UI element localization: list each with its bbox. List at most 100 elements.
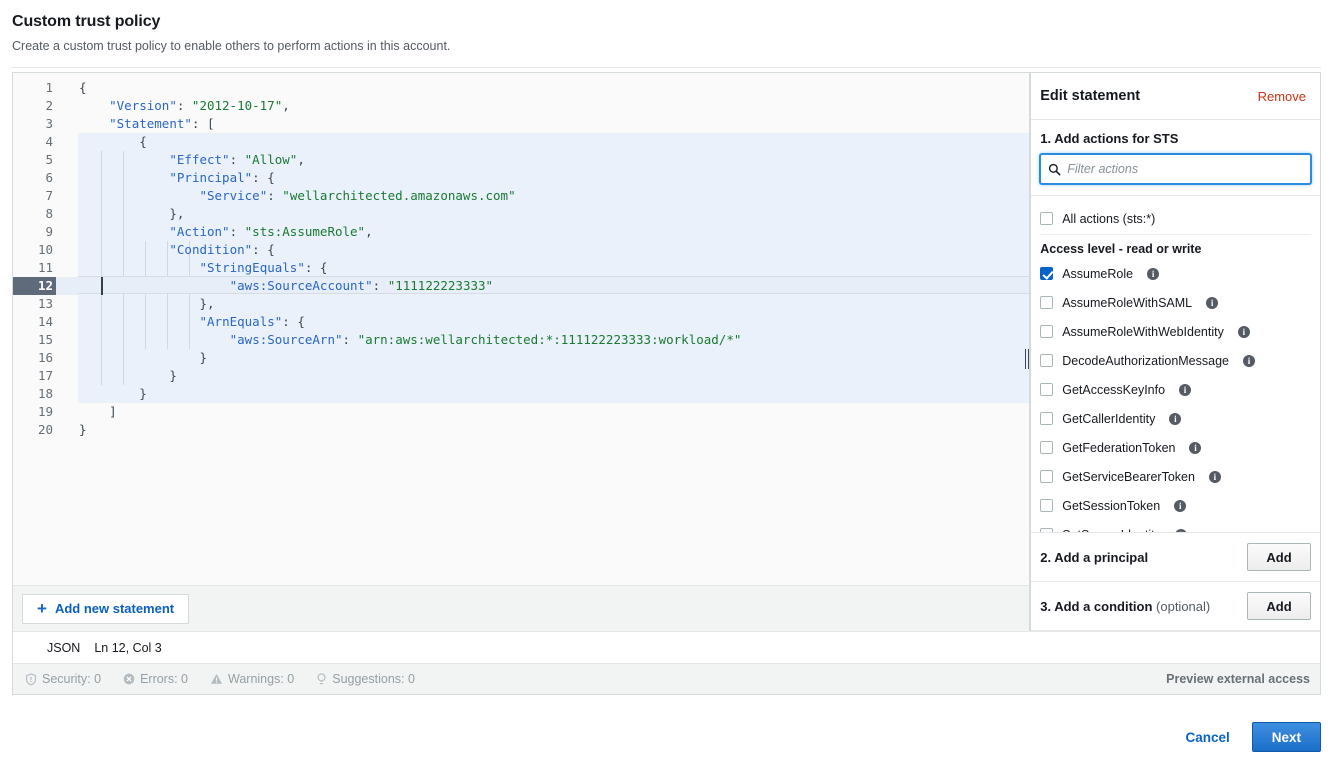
errors-meter: Errors: 0 (123, 672, 188, 686)
gutter-spacer (56, 79, 78, 97)
code-line[interactable]: 20} (13, 421, 1029, 439)
code-scroll-region[interactable]: 1▾{2 "Version": "2012-10-17",3▾ "Stateme… (13, 73, 1029, 585)
code-line[interactable]: 8 }, (13, 205, 1029, 223)
code-line[interactable]: 1▾{ (13, 79, 1029, 97)
remove-statement-link[interactable]: Remove (1258, 89, 1306, 104)
info-icon[interactable]: i (1238, 326, 1250, 338)
action-label: GetCallerIdentity (1062, 412, 1155, 426)
info-icon[interactable]: i (1179, 384, 1191, 396)
code-line[interactable]: 10▾ "Condition": { (13, 241, 1029, 259)
info-icon[interactable]: i (1174, 500, 1186, 512)
action-checkbox[interactable] (1040, 412, 1053, 425)
action-checkbox[interactable] (1040, 296, 1053, 309)
json-code-pane[interactable]: 1▾{2 "Version": "2012-10-17",3▾ "Stateme… (13, 73, 1030, 631)
action-row[interactable]: GetServiceBearerToken i (1040, 462, 1311, 491)
line-number: 14▾ (13, 313, 56, 331)
warning-icon (210, 673, 223, 685)
line-number: 4▾ (13, 133, 56, 151)
info-icon[interactable]: i (1209, 471, 1221, 483)
action-checkbox[interactable] (1040, 383, 1053, 396)
code-line-text: "Statement": [ (78, 115, 1029, 133)
line-number: 7 (13, 187, 56, 205)
step-1-section: 1. Add actions for STS (1031, 120, 1320, 146)
action-row[interactable]: GetAccessKeyInfoi (1040, 375, 1311, 404)
action-row[interactable]: AssumeRoleWithWebIdentityi (1040, 317, 1311, 346)
actions-list[interactable]: All actions (sts:*) Access level - read … (1031, 196, 1320, 533)
code-line[interactable]: 12 "aws:SourceAccount": "111122223333" (13, 277, 1029, 295)
code-area[interactable]: 1▾{2 "Version": "2012-10-17",3▾ "Stateme… (13, 73, 1029, 439)
code-line-text: "ArnEquals": { (78, 313, 1029, 331)
info-icon[interactable]: i (1243, 355, 1255, 367)
add-principal-button[interactable]: Add (1247, 543, 1311, 571)
info-icon[interactable]: i (1189, 442, 1201, 454)
gutter-spacer (56, 97, 78, 115)
code-line[interactable]: 13 }, (13, 295, 1029, 313)
code-line[interactable]: 3▾ "Statement": [ (13, 115, 1029, 133)
code-line-text: "Version": "2012-10-17", (78, 97, 1029, 115)
code-line[interactable]: 11▾ "StringEquals": { (13, 259, 1029, 277)
line-number: 13 (13, 295, 56, 313)
code-line[interactable]: 6▾ "Principal": { (13, 169, 1029, 187)
action-row[interactable]: GetFederationTokeni (1040, 433, 1311, 462)
action-row[interactable]: GetSessionTokeni (1040, 491, 1311, 520)
action-checkbox[interactable] (1040, 325, 1053, 338)
info-icon[interactable]: i (1175, 529, 1187, 534)
warnings-count: Warnings: 0 (228, 672, 294, 686)
gutter-spacer (56, 403, 78, 421)
action-checkbox[interactable] (1040, 528, 1053, 533)
code-line[interactable]: 14▾ "ArnEquals": { (13, 313, 1029, 331)
error-icon (123, 673, 135, 685)
cancel-button[interactable]: Cancel (1181, 724, 1233, 751)
code-line[interactable]: 2 "Version": "2012-10-17", (13, 97, 1029, 115)
line-number: 3▾ (13, 115, 56, 133)
action-row[interactable]: AssumeRoleWithSAMLi (1040, 288, 1311, 317)
action-checkbox[interactable] (1040, 354, 1053, 367)
code-line-text: "aws:SourceArn": "arn:aws:wellarchitecte… (78, 331, 1029, 349)
add-condition-button[interactable]: Add (1247, 592, 1311, 620)
step-3-label: 3. Add a condition (optional) (1040, 599, 1210, 614)
info-icon[interactable]: i (1169, 413, 1181, 425)
filter-actions-input[interactable] (1067, 155, 1310, 183)
action-checkbox[interactable] (1040, 470, 1053, 483)
gutter-spacer (56, 367, 78, 385)
action-row[interactable]: SetSourceIdentityi (1040, 520, 1311, 533)
editor-meters: Security: 0 Errors: 0 (25, 672, 415, 686)
code-line[interactable]: 4▾ { (13, 133, 1029, 151)
next-button[interactable]: Next (1252, 722, 1321, 752)
action-row[interactable]: DecodeAuthorizationMessagei (1040, 346, 1311, 375)
filter-actions-box[interactable] (1040, 154, 1311, 184)
security-count: Security: 0 (42, 672, 101, 686)
action-rows: AssumeRoleiAssumeRoleWithSAMLiAssumeRole… (1040, 259, 1311, 533)
step-1-label: 1. Add actions for STS (1040, 131, 1311, 146)
page-title: Custom trust policy (12, 12, 1321, 32)
preview-external-access-link[interactable]: Preview external access (1166, 672, 1310, 686)
add-new-statement-button[interactable]: + Add new statement (22, 594, 189, 624)
code-line[interactable]: 15 "aws:SourceArn": "arn:aws:wellarchite… (13, 331, 1029, 349)
code-line[interactable]: 18 } (13, 385, 1029, 403)
action-label: GetServiceBearerToken (1062, 470, 1195, 484)
action-row[interactable]: AssumeRolei (1040, 259, 1311, 288)
edit-statement-header: Edit statement Remove (1031, 73, 1320, 120)
action-checkbox[interactable] (1040, 441, 1053, 454)
info-icon[interactable]: i (1147, 268, 1159, 280)
code-line[interactable]: 16 } (13, 349, 1029, 367)
action-checkbox[interactable] (1040, 267, 1053, 280)
code-line[interactable]: 7 "Service": "wellarchitected.amazonaws.… (13, 187, 1029, 205)
code-line[interactable]: 5 "Effect": "Allow", (13, 151, 1029, 169)
code-line-text: ] (78, 403, 1029, 421)
code-line[interactable]: 17 } (13, 367, 1029, 385)
all-actions-row[interactable]: All actions (sts:*) (1040, 205, 1311, 232)
all-actions-checkbox[interactable] (1040, 212, 1053, 225)
action-row[interactable]: GetCallerIdentity i (1040, 404, 1311, 433)
filter-actions-wrap (1031, 146, 1320, 196)
line-number: 6▾ (13, 169, 56, 187)
info-icon[interactable]: i (1206, 297, 1218, 309)
pane-resize-handle[interactable] (1023, 348, 1030, 370)
step-3-section: 3. Add a condition (optional) Add (1031, 582, 1320, 631)
line-number: 16 (13, 349, 56, 367)
gutter-spacer (56, 295, 78, 313)
text-cursor (101, 277, 103, 295)
action-checkbox[interactable] (1040, 499, 1053, 512)
code-line[interactable]: 9 "Action": "sts:AssumeRole", (13, 223, 1029, 241)
code-line[interactable]: 19 ] (13, 403, 1029, 421)
